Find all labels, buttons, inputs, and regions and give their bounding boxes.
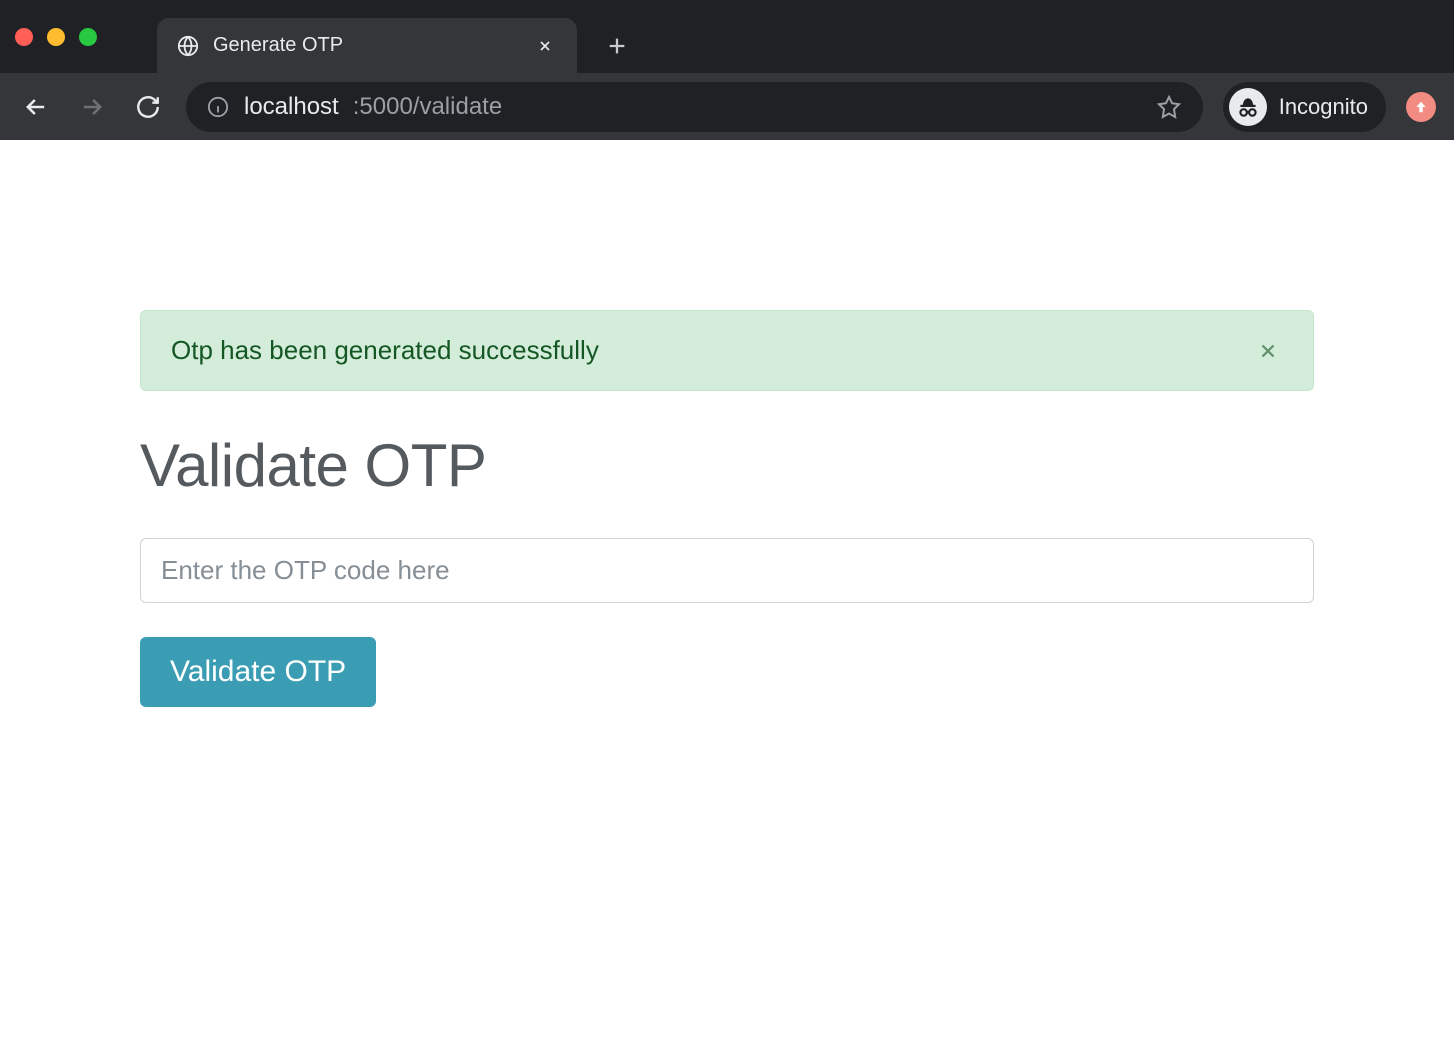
tab-title: Generate OTP (213, 34, 519, 57)
browser-toolbar: localhost :5000/validate Incognito (0, 73, 1454, 140)
site-info-icon[interactable] (206, 95, 230, 119)
tab-strip: Generate OTP (0, 0, 1454, 73)
alert-dismiss-button[interactable] (1253, 336, 1283, 366)
new-tab-button[interactable] (597, 26, 637, 66)
incognito-label: Incognito (1279, 94, 1368, 120)
url-path: :5000/validate (353, 93, 502, 121)
back-button[interactable] (18, 89, 54, 125)
window-maximize-button[interactable] (79, 28, 97, 46)
incognito-icon (1229, 88, 1267, 126)
success-alert: Otp has been generated successfully (140, 310, 1314, 391)
incognito-indicator[interactable]: Incognito (1223, 82, 1386, 132)
otp-input[interactable] (140, 538, 1314, 603)
window-close-button[interactable] (15, 28, 33, 46)
window-controls (15, 28, 97, 46)
reload-button[interactable] (130, 89, 166, 125)
profile-avatar[interactable] (1406, 92, 1436, 122)
close-tab-button[interactable] (533, 34, 557, 58)
window-minimize-button[interactable] (47, 28, 65, 46)
bookmark-star-icon[interactable] (1155, 93, 1183, 121)
alert-message: Otp has been generated successfully (171, 335, 1253, 366)
validate-otp-button[interactable]: Validate OTP (140, 637, 376, 707)
address-bar[interactable]: localhost :5000/validate (186, 82, 1203, 132)
page-content: Otp has been generated successfully Vali… (0, 140, 1454, 707)
forward-button[interactable] (74, 89, 110, 125)
browser-chrome: Generate OTP (0, 0, 1454, 140)
globe-icon (177, 35, 199, 57)
url-host: localhost (244, 93, 339, 121)
page-title: Validate OTP (140, 431, 1314, 500)
browser-tab[interactable]: Generate OTP (157, 18, 577, 73)
